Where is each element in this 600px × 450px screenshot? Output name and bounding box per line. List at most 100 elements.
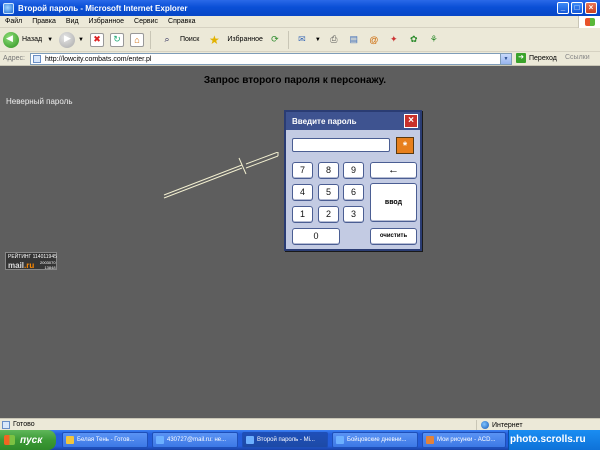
- forward-arrow-icon: [59, 31, 76, 48]
- task-app-icon: [156, 436, 164, 444]
- page-content: Запрос второго пароля к персонажу. Невер…: [0, 66, 600, 418]
- key-7[interactable]: 7: [292, 162, 313, 179]
- toolbar-separator: [149, 30, 151, 49]
- menu-bar: Файл Правка Вид Избранное Сервис Справка: [0, 16, 600, 28]
- print-icon[interactable]: ⎙: [327, 33, 341, 47]
- key-6[interactable]: 6: [343, 184, 364, 201]
- security-zone: Интернет: [476, 420, 523, 430]
- toolbar: Назад ▼ ▼ ✖ ↻ ⌂ ⌕ Поиск ★ Избранное ⟳ ✉ …: [0, 28, 600, 52]
- favorites-button[interactable]: ★ Избранное: [204, 33, 264, 47]
- back-button[interactable]: Назад ▼: [3, 31, 56, 48]
- menu-view[interactable]: Вид: [66, 18, 79, 25]
- page-icon: [33, 55, 41, 63]
- go-button[interactable]: ➜ Переход: [516, 53, 557, 63]
- password-input[interactable]: [292, 138, 390, 152]
- close-window-button[interactable]: ×: [585, 2, 597, 14]
- search-button[interactable]: ⌕ Поиск: [157, 33, 201, 47]
- key-9[interactable]: 9: [343, 162, 364, 179]
- stop-icon[interactable]: ✖: [89, 32, 104, 47]
- key-8[interactable]: 8: [318, 162, 339, 179]
- zone-label: Интернет: [492, 421, 523, 429]
- counter-numbers: 2003070 13848: [40, 260, 56, 270]
- dialog-close-icon[interactable]: ×: [404, 114, 418, 128]
- show-password-button[interactable]: *: [396, 137, 414, 154]
- address-bar: Адрес: http://lowcity.combats.com/enter.…: [0, 52, 600, 66]
- task-label: Бойцовские дневни...: [347, 437, 407, 443]
- mailru-brand: mail: [8, 261, 25, 270]
- password-dialog: Введите пароль × * 7 8 9 4 5 6 1 2 3 0 ←…: [284, 110, 422, 251]
- back-arrow-icon: [3, 31, 19, 48]
- page-title: Запрос второго пароля к персонажу.: [203, 75, 387, 86]
- window-title-bar[interactable]: Второй пароль - Microsoft Internet Explo…: [0, 0, 600, 16]
- clear-button[interactable]: очистить: [370, 228, 417, 245]
- start-button[interactable]: пуск: [0, 430, 56, 450]
- task-app-icon: [246, 436, 254, 444]
- forward-button[interactable]: ▼: [59, 31, 87, 48]
- forward-dropdown-icon[interactable]: ▼: [78, 37, 84, 43]
- messenger-icon[interactable]: ✦: [387, 33, 401, 47]
- status-bar: Готово Интернет: [0, 418, 600, 430]
- address-input[interactable]: http://lowcity.combats.com/enter.pl ▼: [30, 53, 512, 65]
- toolbar-separator: [287, 30, 289, 49]
- edit-icon[interactable]: ▤: [347, 33, 361, 47]
- menu-file[interactable]: Файл: [5, 18, 22, 25]
- menu-favorites[interactable]: Избранное: [89, 18, 124, 25]
- globe-icon: [481, 421, 489, 429]
- star-icon: ★: [208, 32, 220, 47]
- windows-logo-icon: [578, 16, 600, 28]
- taskbar-item[interactable]: 430727@mail.ru: не...: [152, 432, 238, 448]
- key-0[interactable]: 0: [292, 228, 340, 245]
- links-toolbar[interactable]: Ссылки: [565, 54, 590, 61]
- home-icon[interactable]: ⌂: [129, 32, 144, 47]
- taskbar-item[interactable]: Мои рисунки - ACD...: [422, 432, 506, 448]
- page-status-icon: [2, 420, 10, 429]
- back-dropdown-icon[interactable]: ▼: [47, 37, 53, 43]
- counter-number: 13848: [44, 265, 56, 270]
- taskbar-item-active[interactable]: Второй пароль - Mi...: [242, 432, 328, 448]
- key-4[interactable]: 4: [292, 184, 313, 201]
- windows-flag-icon: [4, 435, 15, 445]
- start-label: пуск: [20, 434, 43, 446]
- mail-icon[interactable]: ✉: [295, 33, 309, 47]
- taskbar-item[interactable]: Белая Тень - Готов...: [62, 432, 148, 448]
- taskbar: пуск Белая Тень - Готов... 430727@mail.r…: [0, 430, 600, 450]
- menu-help[interactable]: Справка: [168, 18, 195, 25]
- go-arrow-icon: ➜: [516, 53, 526, 63]
- rating-counter[interactable]: РЕЙТИНГ 114011945 mail.ru 2003070 13848: [5, 252, 57, 270]
- history-icon[interactable]: ⟳: [268, 33, 282, 47]
- key-2[interactable]: 2: [318, 206, 339, 223]
- taskbar-item[interactable]: Бойцовские дневни...: [332, 432, 418, 448]
- error-message: Неверный пароль: [6, 97, 73, 106]
- key-5[interactable]: 5: [318, 184, 339, 201]
- address-dropdown-icon[interactable]: ▼: [500, 54, 511, 64]
- status-text: Готово: [13, 421, 35, 428]
- sword-image: [163, 152, 279, 199]
- enter-button[interactable]: ввод: [370, 183, 417, 222]
- search-label: Поиск: [179, 36, 200, 43]
- search-icon: ⌕: [164, 34, 170, 44]
- window-controls: _ □ ×: [557, 2, 597, 14]
- task-label: Второй пароль - Mi...: [257, 437, 315, 443]
- minimize-button[interactable]: _: [557, 2, 569, 14]
- favorites-label: Избранное: [227, 36, 263, 43]
- backspace-button[interactable]: ←: [370, 162, 417, 179]
- refresh-icon[interactable]: ↻: [109, 32, 124, 47]
- maximize-button[interactable]: □: [571, 2, 583, 14]
- task-label: Белая Тень - Готов...: [77, 437, 135, 443]
- mailru-logo: mail.ru: [8, 261, 34, 270]
- key-1[interactable]: 1: [292, 206, 313, 223]
- address-label: Адрес:: [3, 55, 25, 62]
- menu-tools[interactable]: Сервис: [134, 18, 158, 25]
- address-url[interactable]: http://lowcity.combats.com/enter.pl: [45, 56, 151, 63]
- task-label: 430727@mail.ru: не...: [167, 437, 227, 443]
- key-3[interactable]: 3: [343, 206, 364, 223]
- task-label: Мои рисунки - ACD...: [437, 437, 496, 443]
- at-icon[interactable]: @: [367, 33, 381, 47]
- mailru-suffix: .ru: [24, 261, 35, 270]
- mail-dropdown-icon[interactable]: ▼: [315, 37, 321, 43]
- icq-icon[interactable]: ✿: [407, 33, 421, 47]
- task-app-icon: [336, 436, 344, 444]
- menu-edit[interactable]: Правка: [32, 18, 56, 25]
- plugin-icon[interactable]: ⚘: [427, 33, 441, 47]
- task-app-icon: [66, 436, 74, 444]
